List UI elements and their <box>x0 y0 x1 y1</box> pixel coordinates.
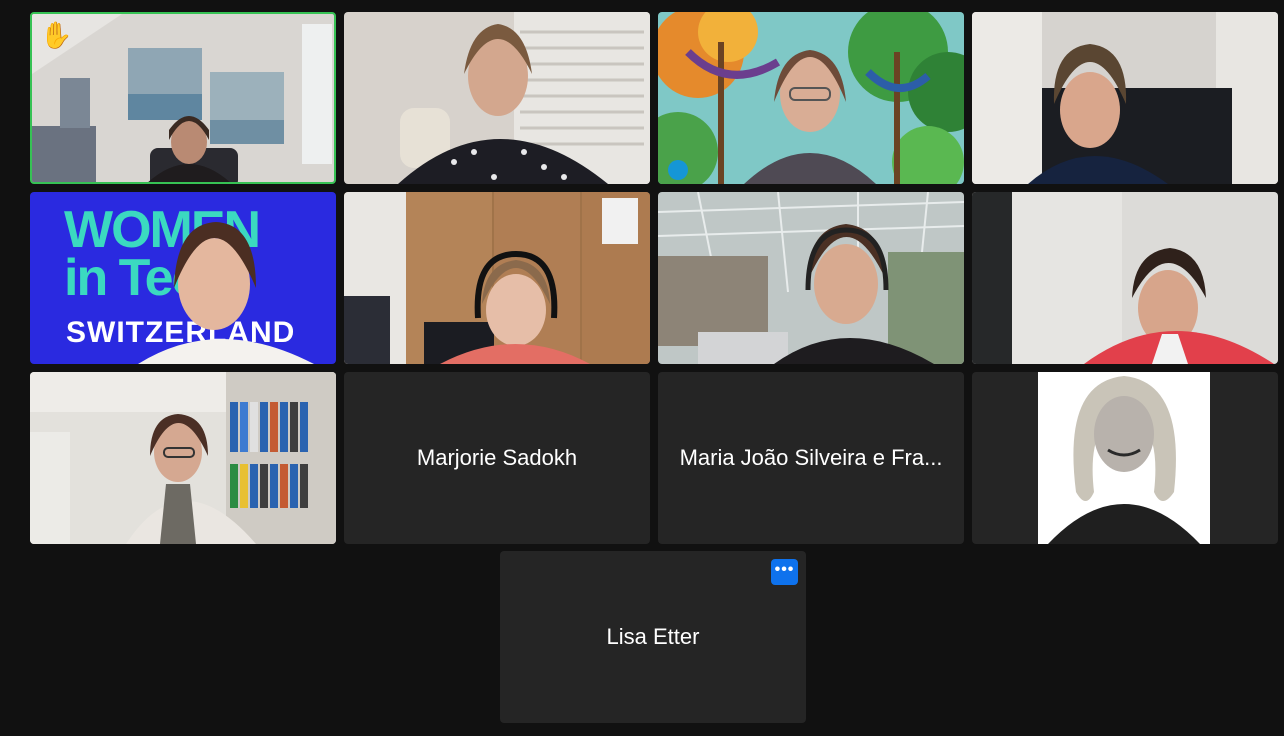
video-feed <box>30 372 336 544</box>
raised-hand-icon: ✋ <box>40 20 73 50</box>
participant-tile-7[interactable] <box>658 192 964 364</box>
participant-tile-11[interactable]: Maria João Silveira e Fra... <box>658 372 964 544</box>
video-feed <box>138 222 314 364</box>
participant-name: Maria João Silveira e Fra... <box>679 445 943 470</box>
video-feed <box>972 12 1278 184</box>
video-feed <box>32 14 334 182</box>
video-feed <box>344 192 650 364</box>
video-feed <box>972 192 1278 364</box>
profile-photo-image <box>1038 372 1210 544</box>
more-options-icon[interactable]: ••• <box>771 559 798 585</box>
participant-tile-8[interactable] <box>972 192 1278 364</box>
participant-tile-6[interactable] <box>344 192 650 364</box>
participant-name: Lisa Etter <box>606 624 700 649</box>
participant-tile-12[interactable] <box>972 372 1278 544</box>
video-feed <box>658 192 964 364</box>
participant-tile-2[interactable] <box>344 12 650 184</box>
video-grid: ✋ WOMEN in Tech SWITZERLAND Marjorie Sad… <box>0 0 1284 736</box>
participant-tile-13[interactable]: Lisa Etter ••• <box>500 551 806 723</box>
participant-tile-4[interactable] <box>972 12 1278 184</box>
participant-tile-1[interactable]: ✋ <box>30 12 336 184</box>
participant-tile-10[interactable]: Marjorie Sadokh <box>344 372 650 544</box>
video-feed <box>658 12 964 184</box>
participant-tile-9[interactable] <box>30 372 336 544</box>
participant-tile-5[interactable]: WOMEN in Tech SWITZERLAND <box>30 192 336 364</box>
participant-name: Marjorie Sadokh <box>416 445 578 470</box>
video-feed <box>344 12 650 184</box>
profile-photo <box>1038 372 1210 544</box>
participant-tile-3[interactable] <box>658 12 964 184</box>
